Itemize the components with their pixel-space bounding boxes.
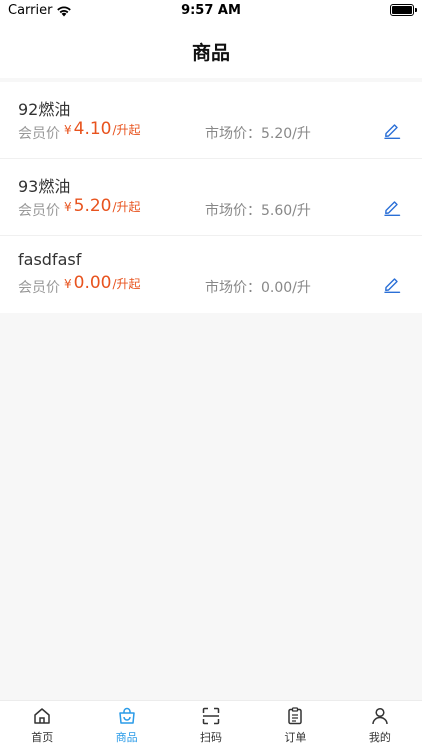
clipboard-icon [288,707,303,725]
battery-icon [390,4,417,16]
edit-icon [384,201,401,216]
tab-home[interactable]: 首页 [0,701,84,750]
price-unit: /升起 [112,123,141,137]
product-item[interactable]: fasdfasf 会员价 ¥ 0.00 /升起 市场价：0.00/升 [0,236,422,313]
price-value: 5.20 [73,196,112,216]
shopping-bag-icon [118,707,135,724]
tab-label: 商品 [115,731,138,744]
market-price-label: 市场价： [205,126,261,142]
price-value: 0.00 [73,273,112,293]
product-item[interactable]: 92燃油 会员价 ¥ 4.10 /升起 市场价：5.20/升 [0,82,422,159]
price-unit: /升起 [112,277,141,291]
home-icon [34,708,50,724]
scan-icon [202,707,220,725]
currency-symbol: ¥ [64,277,72,291]
status-bar: Carrier 9:57 AM [0,0,422,22]
product-name: 93燃油 [18,177,71,196]
member-price-label: 会员价 [18,203,60,219]
tab-label: 扫码 [200,731,223,744]
edit-button[interactable] [382,274,402,294]
product-item[interactable]: 93燃油 会员价 ¥ 5.20 /升起 市场价：5.60/升 [0,159,422,236]
product-name: fasdfasf [18,250,82,269]
tab-orders[interactable]: 订单 [253,701,337,750]
currency-symbol: ¥ [64,200,72,214]
member-price-label: 会员价 [18,280,60,296]
product-list: 92燃油 会员价 ¥ 4.10 /升起 市场价：5.20/升 93燃油 会员价 … [0,82,422,313]
tab-mine[interactable]: 我的 [338,701,422,750]
market-price: 市场价：0.00/升 [205,277,311,297]
market-price: 市场价：5.60/升 [205,200,311,220]
member-price-label: 会员价 [18,126,60,142]
product-name: 92燃油 [18,100,71,119]
tab-label: 我的 [368,731,391,744]
member-price: ¥ 4.10 /升起 [64,119,141,139]
tab-bar: 首页 商品 扫码 订单 我的 [0,700,422,750]
price-value: 4.10 [73,119,112,139]
market-price: 市场价：5.20/升 [205,123,311,143]
status-time: 9:57 AM [181,3,241,18]
price-unit: /升起 [112,200,141,214]
currency-symbol: ¥ [64,123,72,137]
member-price: ¥ 5.20 /升起 [64,196,141,216]
page-title: 商品 [191,42,230,64]
market-price-label: 市场价： [205,280,261,296]
tab-scan[interactable]: 扫码 [169,701,253,750]
tab-label: 订单 [284,731,307,744]
nav-bar: 商品 [0,22,422,78]
user-icon [372,707,388,725]
edit-icon [384,278,401,293]
edit-button[interactable] [382,120,402,140]
edit-button[interactable] [382,197,402,217]
tab-products[interactable]: 商品 [84,701,168,750]
market-price-label: 市场价： [205,203,261,219]
market-price-value: 5.60/升 [261,203,311,219]
market-price-value: 0.00/升 [261,280,311,296]
member-price: ¥ 0.00 /升起 [64,273,141,293]
edit-icon [384,124,401,139]
tab-label: 首页 [31,731,54,744]
market-price-value: 5.20/升 [261,126,311,142]
